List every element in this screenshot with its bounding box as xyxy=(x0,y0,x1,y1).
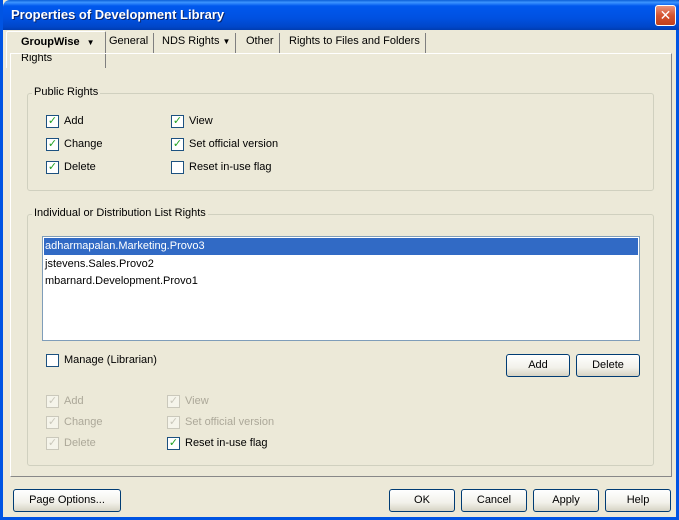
apply-button[interactable]: Apply xyxy=(533,489,599,512)
window-title: Properties of Development Library xyxy=(11,7,225,22)
tab-nds-rights[interactable]: NDS Rights ▼ xyxy=(157,33,237,53)
list-item[interactable]: adharmapalan.Marketing.Provo3 xyxy=(44,238,638,255)
tab-general[interactable]: General xyxy=(104,33,155,53)
cancel-button[interactable]: Cancel xyxy=(461,489,527,512)
help-button[interactable]: Help xyxy=(605,489,671,512)
chevron-down-icon[interactable]: ▼ xyxy=(87,38,95,47)
public-rights-group: Public Rights xyxy=(27,86,654,191)
individual-rights-legend: Individual or Distribution List Rights xyxy=(32,207,208,219)
tab-groupwise-label: GroupWise ▼ xyxy=(21,36,95,48)
ok-button[interactable]: OK xyxy=(389,489,455,512)
list-item[interactable]: jstevens.Sales.Provo2 xyxy=(44,256,154,273)
delete-user-button[interactable]: Delete xyxy=(576,354,640,377)
tab-rights-to-files-and-folders[interactable]: Rights to Files and Folders xyxy=(284,33,426,53)
list-item[interactable]: mbarnard.Development.Provo1 xyxy=(44,273,198,290)
close-icon: ✕ xyxy=(659,7,672,23)
title-bar[interactable]: Properties of Development Library ✕ xyxy=(3,0,679,30)
add-user-button[interactable]: Add xyxy=(506,354,570,377)
page-options-button[interactable]: Page Options... xyxy=(13,489,121,512)
properties-window: Properties of Development Library ✕ Grou… xyxy=(0,0,679,520)
close-button[interactable]: ✕ xyxy=(655,5,676,26)
public-rights-legend: Public Rights xyxy=(32,86,101,98)
rights-user-list[interactable]: adharmapalan.Marketing.Provo3 jstevens.S… xyxy=(42,236,640,341)
tab-other[interactable]: Other xyxy=(241,33,280,53)
chevron-down-icon[interactable]: ▼ xyxy=(222,37,230,46)
